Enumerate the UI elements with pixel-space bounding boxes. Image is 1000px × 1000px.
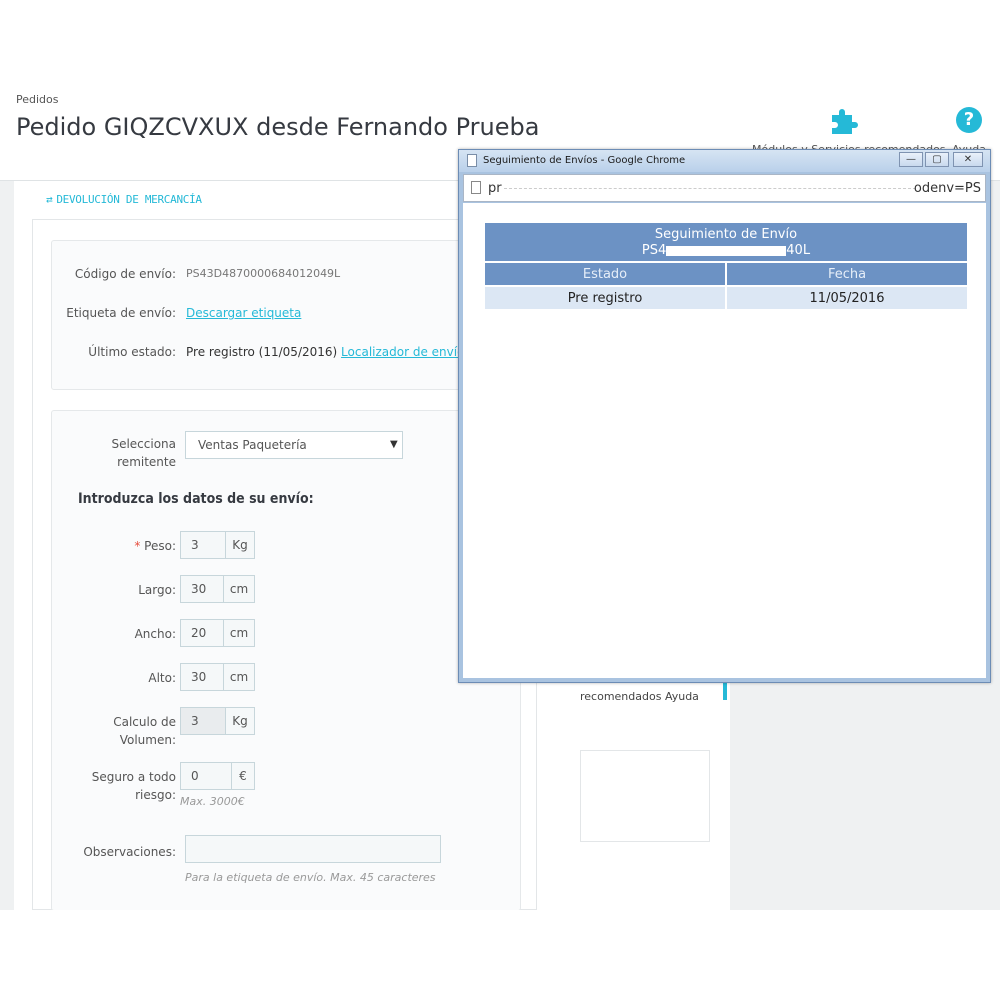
document-icon: [471, 181, 481, 194]
shipping-code-label: Código de envío:: [74, 267, 176, 281]
url-bar[interactable]: pr odenv=PS: [463, 174, 986, 202]
download-label-link[interactable]: Descargar etiqueta: [186, 306, 301, 320]
tracking-table-title: Seguimiento de Envío PS4 40L: [485, 223, 967, 261]
width-input[interactable]: 20: [180, 619, 224, 647]
length-unit: cm: [223, 575, 255, 603]
label-label: Etiqueta de envío:: [66, 306, 176, 320]
tracking-title: Seguimiento de Envío: [654, 227, 798, 242]
column-header-date: Fecha: [727, 263, 967, 285]
shipping-code-value: PS43D4870000684012049L: [186, 267, 341, 280]
width-unit: cm: [223, 619, 255, 647]
weight-label-text: Peso:: [144, 539, 176, 553]
last-status-value: Pre registro (11/05/2016) Localizador de…: [186, 345, 471, 359]
weight-label: * Peso:: [52, 539, 176, 553]
minimize-button[interactable]: —: [899, 152, 923, 167]
url-text-end: odenv=PS: [913, 181, 981, 196]
tracking-code-prefix: PS4: [641, 243, 667, 258]
weight-unit: Kg: [225, 531, 255, 559]
tracking-code: PS4 40L: [485, 243, 967, 259]
page: Pedidos Pedido GIQZCVXUX desde Fernando …: [0, 0, 1000, 1000]
puzzle-icon[interactable]: [826, 105, 866, 135]
table-row: Pre registro 11/05/2016: [485, 287, 967, 309]
tracking-code-suffix: 40L: [786, 243, 811, 258]
shipping-status-well: Código de envío: PS43D4870000684012049L …: [51, 240, 521, 390]
row-date: 11/05/2016: [727, 287, 967, 309]
height-input[interactable]: 30: [180, 663, 224, 691]
insurance-unit: €: [231, 762, 255, 790]
tracking-table: Seguimiento de Envío PS4 40L Estado Fecha…: [483, 221, 969, 311]
background-toolbar-label: recomendados Ayuda: [580, 690, 699, 703]
volume-label-2: Volumen:: [119, 733, 176, 747]
popup-content: Seguimiento de Envío PS4 40L Estado Fecha…: [463, 203, 986, 678]
volume-input: 3: [180, 707, 226, 735]
insurance-input[interactable]: 0: [180, 762, 232, 790]
close-button[interactable]: ✕: [953, 152, 983, 167]
return-link-label: DEVOLUCIÓN DE MERCANCÍA: [56, 193, 202, 206]
left-edge: [0, 181, 12, 681]
shipping-form-well: Selecciona remitente Ventas Paquetería ▼…: [51, 410, 521, 910]
page-title: Pedido GIQZCVXUX desde Fernando Prueba: [16, 113, 540, 141]
volume-unit: Kg: [225, 707, 255, 735]
insurance-label-1: Seguro a todo: [91, 770, 176, 784]
notes-input[interactable]: [185, 835, 441, 863]
notes-help: Para la etiqueta de envío. Max. 45 carac…: [185, 871, 436, 884]
sender-label-2: remitente: [117, 455, 176, 469]
insurance-label-2: riesgo:: [135, 788, 176, 802]
tracking-popup-window[interactable]: Seguimiento de Envíos - Google Chrome — …: [458, 149, 991, 683]
required-icon: *: [134, 539, 145, 553]
section-title: Introduzca los datos de su envío:: [78, 491, 314, 507]
url-masked: [504, 187, 916, 189]
background-box: [580, 750, 710, 842]
insurance-help: Max. 3000€: [180, 795, 245, 808]
column-header-status: Estado: [485, 263, 725, 285]
tracker-link[interactable]: Localizador de envíos: [341, 345, 471, 359]
exchange-icon: ⇄: [46, 193, 53, 206]
help-icon[interactable]: ?: [956, 107, 982, 133]
sender-label-1: Selecciona: [111, 437, 176, 451]
width-label: Ancho:: [134, 627, 176, 641]
redaction-bar: [666, 245, 787, 256]
length-input[interactable]: 30: [180, 575, 224, 603]
sender-select[interactable]: Ventas Paquetería: [185, 431, 403, 459]
height-label: Alto:: [148, 671, 176, 685]
length-label: Largo:: [138, 583, 176, 597]
row-status: Pre registro: [485, 287, 725, 309]
notes-label: Observaciones:: [83, 845, 176, 859]
last-status-text: Pre registro (11/05/2016): [186, 345, 338, 359]
popup-titlebar[interactable]: Seguimiento de Envíos - Google Chrome — …: [459, 150, 990, 172]
restore-button[interactable]: ▢: [925, 152, 949, 167]
popup-title: Seguimiento de Envíos - Google Chrome: [483, 155, 686, 166]
accent-bar: [723, 682, 727, 700]
chevron-down-icon: ▼: [390, 439, 398, 450]
page-icon: [467, 154, 477, 167]
last-status-label: Último estado:: [88, 345, 176, 359]
volume-label-1: Calculo de: [113, 715, 176, 729]
return-link[interactable]: ⇄ DEVOLUCIÓN DE MERCANCÍA: [46, 193, 202, 206]
breadcrumb[interactable]: Pedidos: [16, 93, 59, 106]
height-unit: cm: [223, 663, 255, 691]
url-text-start: pr: [488, 181, 502, 196]
weight-input[interactable]: 3: [180, 531, 226, 559]
background-panel: recomendados Ayuda: [576, 682, 730, 910]
